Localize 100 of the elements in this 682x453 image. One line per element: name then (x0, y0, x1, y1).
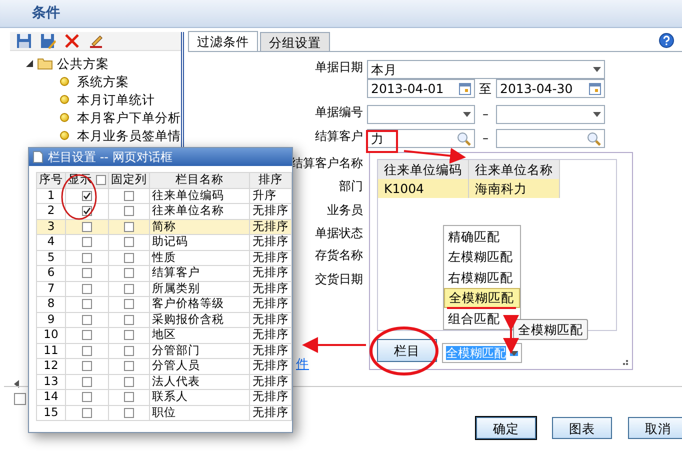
table-cell[interactable]: K1004 (378, 179, 468, 198)
tab[interactable]: 过滤条件 (188, 31, 258, 51)
caret-icon[interactable] (593, 67, 601, 72)
checkbox[interactable] (82, 190, 92, 201)
bullet-icon (60, 94, 69, 104)
calendar-icon[interactable] (459, 82, 471, 94)
table-cell: 往来单位名称 (150, 204, 250, 219)
tooltip: 全模糊匹配 (513, 319, 588, 340)
delete-button[interactable] (62, 33, 82, 49)
checkbox[interactable] (124, 284, 134, 294)
checkbox[interactable] (82, 314, 92, 325)
table-cell: 所属类别 (150, 281, 250, 296)
checkbox[interactable] (124, 190, 134, 201)
checkbox[interactable] (82, 237, 92, 248)
range-dash: – (482, 107, 490, 122)
checkbox[interactable] (82, 392, 92, 402)
dropdown-option[interactable]: 全模糊匹配 (444, 288, 520, 308)
row-number: 8 (36, 296, 66, 312)
row-number: 3 (36, 219, 66, 234)
caret-icon[interactable] (463, 112, 471, 117)
checkbox[interactable] (124, 237, 134, 248)
checkbox[interactable] (124, 252, 134, 263)
checkbox[interactable] (82, 299, 92, 310)
table-cell[interactable]: 海南科力 (468, 179, 560, 198)
checkbox[interactable] (124, 392, 134, 402)
checkbox[interactable] (124, 408, 134, 418)
help-icon[interactable] (659, 32, 674, 48)
page-icon (33, 151, 43, 163)
dropdown-option[interactable]: 左模糊匹配 (444, 246, 520, 267)
date-field[interactable]: 2013-04-30 (496, 79, 605, 98)
checkbox[interactable] (124, 206, 134, 216)
row-number: 10 (36, 328, 66, 343)
checkbox[interactable] (124, 222, 134, 232)
field-label: 结算客户 (315, 129, 363, 143)
checkbox[interactable] (82, 330, 92, 340)
column-header: 栏目名称 (176, 172, 224, 186)
checkbox[interactable] (82, 206, 92, 216)
row-number: 4 (36, 234, 66, 250)
checkbox[interactable] (82, 252, 92, 263)
tab[interactable]: 分组设置 (260, 32, 330, 51)
search-icon[interactable] (457, 132, 471, 146)
column-header: 固定列 (111, 172, 147, 186)
checkbox[interactable] (124, 299, 134, 310)
save-as-button[interactable] (38, 33, 58, 49)
checkbox[interactable] (124, 376, 134, 387)
row-number: 6 (36, 266, 66, 281)
checkbox[interactable] (82, 376, 92, 387)
checkbox[interactable] (82, 268, 92, 278)
checkbox[interactable] (82, 284, 92, 294)
tree-item[interactable]: 本月客户下单分析 (77, 110, 181, 124)
checkbox[interactable] (124, 268, 134, 278)
checkbox[interactable] (82, 346, 92, 356)
tree-item[interactable]: 系统方案 (77, 74, 129, 88)
checkbox[interactable] (124, 314, 134, 325)
bullet-icon (60, 130, 69, 140)
table-cell: 无排序 (250, 374, 292, 390)
table-cell: 无排序 (250, 250, 292, 266)
checkbox[interactable] (14, 393, 26, 405)
date-field[interactable]: 2013-04-01 (367, 79, 475, 98)
table-cell: 无排序 (250, 266, 292, 281)
checkbox[interactable] (82, 408, 92, 418)
table-cell: 升序 (250, 188, 292, 204)
table-cell: 职位 (150, 405, 250, 420)
resize-grip-icon[interactable] (623, 360, 628, 365)
dialog-button[interactable]: 确定 (476, 417, 536, 439)
field-label: 单据编号 (315, 105, 363, 119)
dropdown-option[interactable]: 右模糊匹配 (444, 267, 520, 288)
checkbox[interactable] (96, 175, 106, 186)
tree-item[interactable]: 本月订单统计 (77, 92, 155, 106)
annotation-arrow (302, 337, 366, 353)
dialog-button[interactable]: 图表 (552, 417, 612, 439)
caret-icon[interactable] (593, 112, 601, 117)
underline-mark (447, 307, 516, 309)
tree-item[interactable]: 公共方案 (57, 56, 109, 70)
dialog-button[interactable]: 取消 (628, 417, 682, 439)
field-label: 存货名称 (315, 248, 363, 262)
checkbox[interactable] (124, 346, 134, 356)
row-number: 1 (36, 188, 66, 204)
caret-icon[interactable] (510, 350, 518, 356)
expanded-icon[interactable] (26, 60, 33, 66)
period-select[interactable]: 本月 (367, 60, 605, 79)
checkbox[interactable] (124, 361, 134, 372)
checkbox[interactable] (124, 330, 134, 340)
calendar-icon[interactable] (589, 82, 601, 94)
window-title: 条件 (32, 5, 60, 22)
row-number: 13 (36, 374, 66, 390)
checkbox[interactable] (82, 222, 92, 232)
customer-field[interactable]: 力 (367, 129, 475, 148)
customer-field[interactable] (496, 129, 605, 148)
column-button[interactable]: 栏目 (377, 339, 437, 362)
save-button[interactable] (14, 33, 34, 49)
bullet-icon (60, 112, 69, 122)
table-cell: 无排序 (250, 296, 292, 312)
checkbox[interactable] (82, 361, 92, 372)
search-icon[interactable] (587, 132, 601, 146)
field-value: 2013-04-30 (500, 81, 573, 96)
dropdown-option[interactable]: 精确匹配 (444, 226, 520, 246)
tree-item[interactable]: 本月业务员签单情 (77, 128, 181, 142)
link[interactable]: 件 (296, 356, 309, 371)
table-cell: 无排序 (250, 328, 292, 343)
